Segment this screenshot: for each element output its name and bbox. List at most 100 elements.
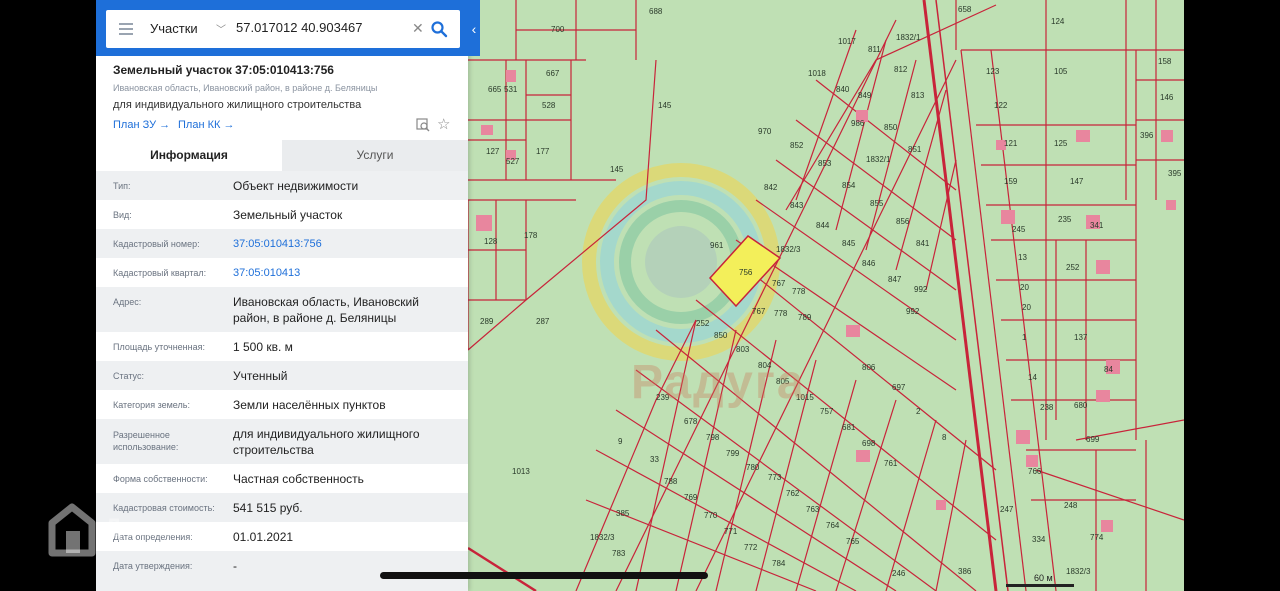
map-label: 177 (536, 147, 550, 156)
map-label: 773 (768, 473, 782, 482)
map-label: 33 (650, 455, 659, 464)
map-label: 528 (542, 101, 556, 110)
map-label: 124 (1051, 17, 1065, 26)
cadastral-quarter-link[interactable]: 37:05:010413 (233, 265, 455, 281)
map-label: 1832/3 (590, 533, 615, 542)
property-value: Земельный участок (233, 208, 343, 222)
map-label: 841 (916, 239, 930, 248)
map-label: 855 (870, 199, 884, 208)
map-label: 9 (618, 437, 623, 446)
property-row: Разрешенное использование: для индивидуа… (96, 419, 468, 464)
search-bar: Участки ﹀ ✕ ‹ (96, 0, 480, 56)
plan-zu-link[interactable]: План ЗУ → (113, 119, 170, 131)
map-label: 385 (616, 509, 630, 518)
search-box: Участки ﹀ ✕ (106, 10, 460, 48)
preview-icon[interactable] (416, 118, 430, 132)
map-label: 856 (896, 217, 910, 226)
map-label: 252 (696, 319, 710, 328)
property-row: Форма собственности: Частная собственнос… (96, 464, 468, 493)
parcel-address: Ивановская область, Ивановский район, в … (113, 83, 378, 93)
property-label: Категория земель: (113, 400, 190, 410)
map-label: 783 (612, 549, 626, 558)
layer-select[interactable]: Участки (150, 21, 198, 36)
map-label: 842 (764, 183, 778, 192)
tab-services[interactable]: Услуги (282, 140, 468, 171)
map-label: 813 (911, 91, 925, 100)
map-label: 784 (772, 559, 786, 568)
map-label: 762 (786, 489, 800, 498)
app-window: 700 688 658 124 1832/1 811 1017 812 667 … (96, 0, 1184, 591)
map-label: 847 (888, 275, 902, 284)
parcel-title: Земельный участок 37:05:010413:756 (113, 63, 334, 77)
cadastral-number-link[interactable]: 37:05:010413:756 (233, 236, 455, 252)
map-label: 125 (1054, 139, 1068, 148)
map-label: 812 (894, 65, 908, 74)
watermark-text: Радуга (631, 356, 806, 409)
map-label: 386 (958, 567, 972, 576)
map-label: 845 (842, 239, 856, 248)
property-row: Адрес: Ивановская область, Ивановский ра… (96, 287, 468, 332)
map-label: 678 (684, 417, 698, 426)
property-value: 01.01.2021 (233, 530, 294, 544)
map-label: 765 (846, 537, 860, 546)
map-label: 395 (1168, 169, 1182, 178)
map-label: 178 (524, 231, 538, 240)
map-label: 1018 (808, 69, 826, 78)
property-label: Разрешенное использование: (113, 430, 179, 452)
property-value: Учтенный (233, 369, 288, 383)
property-value: Объект недвижимости (233, 179, 359, 193)
close-icon[interactable]: ✕ (412, 20, 424, 37)
map-label: 761 (884, 459, 898, 468)
map-label: 780 (746, 463, 760, 472)
property-label: Площадь уточненная: (113, 342, 205, 352)
home-indicator[interactable] (380, 572, 708, 579)
map-label: 986 (851, 119, 865, 128)
property-row: Статус: Учтенный (96, 361, 468, 390)
property-label: Кадастровый номер: (113, 239, 200, 249)
map-label: 128 (484, 237, 498, 246)
map-label: 1832/1 (866, 155, 891, 164)
map-label: 770 (704, 511, 718, 520)
map-label: 757 (820, 407, 834, 416)
search-input[interactable] (236, 18, 406, 37)
map-label: 698 (862, 439, 876, 448)
map-label: 341 (1090, 221, 1104, 230)
map-label: 811 (868, 45, 881, 54)
map-label: 851 (908, 145, 922, 154)
map-label: 137 (1074, 333, 1088, 342)
property-label: Форма собственности: (113, 474, 208, 484)
search-icon[interactable] (430, 20, 448, 38)
map-label: 667 (546, 69, 560, 78)
chevron-left-icon[interactable]: ‹ (468, 10, 480, 48)
map-label: 688 (649, 7, 663, 16)
scale-label: 60 м (1034, 573, 1053, 583)
map-label: 756 (739, 268, 753, 277)
plan-kk-link[interactable]: План КК → (178, 119, 234, 131)
map-label: 235 (1058, 215, 1072, 224)
map-label: 658 (958, 5, 972, 14)
map-label: 700 (551, 25, 565, 34)
map-label: 771 (724, 527, 738, 536)
tab-information[interactable]: Информация (96, 140, 282, 171)
map-label: 8 (942, 433, 947, 442)
map-label: 84 (1104, 365, 1113, 374)
map-label: 396 (1140, 131, 1154, 140)
map-label: 287 (536, 317, 550, 326)
property-label: Тип: (113, 181, 131, 191)
map-label: 681 (842, 423, 856, 432)
map-label: 248 (1064, 501, 1078, 510)
map-label: 992 (914, 285, 928, 294)
menu-icon[interactable] (119, 23, 133, 38)
map-label: 803 (736, 345, 750, 354)
map-label: 238 (1040, 403, 1054, 412)
map-label: 2 (916, 407, 921, 416)
star-icon[interactable]: ☆ (437, 115, 450, 133)
map-label: 854 (842, 181, 856, 190)
chevron-down-icon[interactable]: ﹀ (216, 21, 226, 36)
tabs: Информация Услуги (96, 140, 468, 171)
map-label: 20 (1020, 283, 1029, 292)
map-label: 123 (986, 67, 1000, 76)
map-label: 774 (1090, 533, 1104, 542)
map-label: 766 (1028, 467, 1042, 476)
map-label: 799 (726, 449, 740, 458)
